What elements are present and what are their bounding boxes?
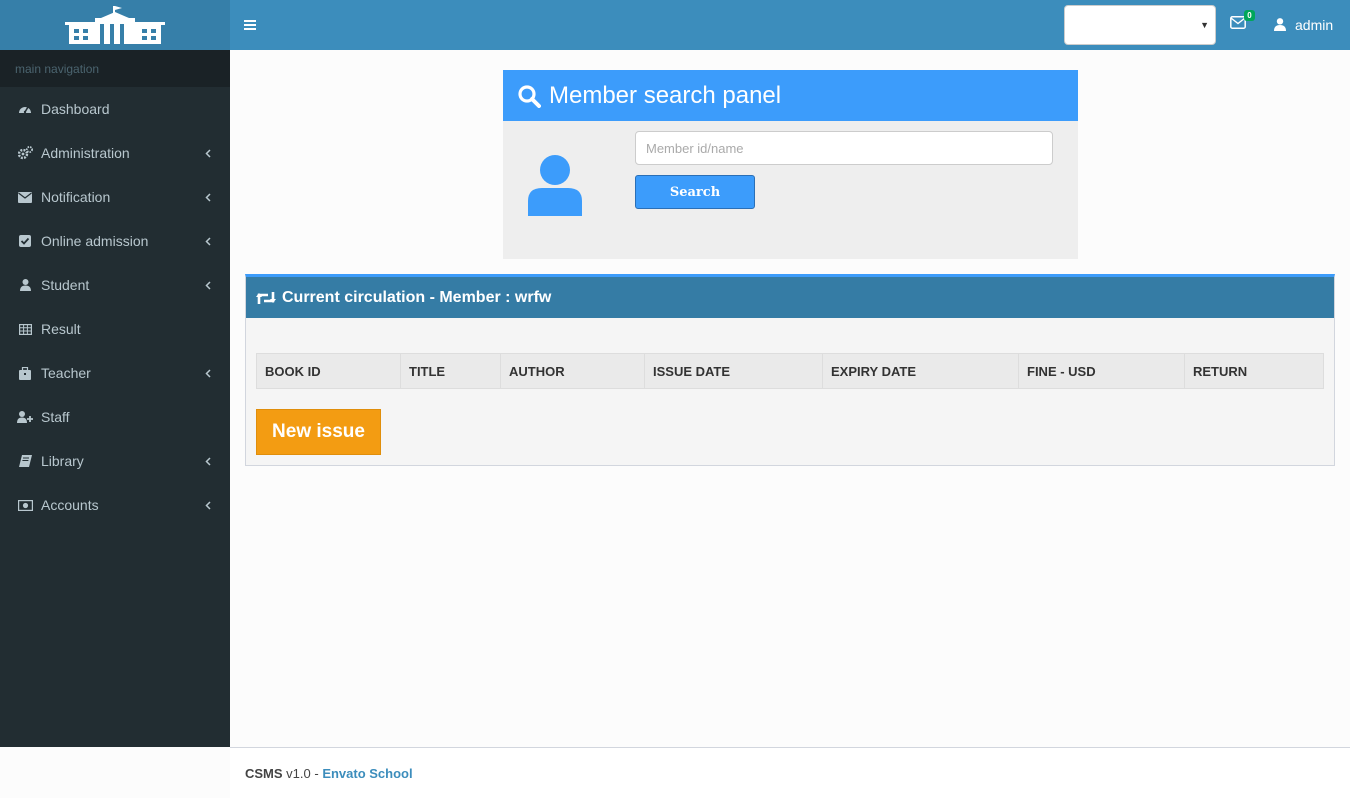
column-header[interactable]: AUTHOR <box>500 353 645 389</box>
sidebar-item-label: Administration <box>41 145 130 161</box>
mail-count-badge: 0 <box>1244 10 1255 21</box>
circulation-header: Current circulation - Member : wrfw <box>246 277 1334 318</box>
column-header[interactable]: FINE - USD <box>1018 353 1185 389</box>
school-logo[interactable] <box>0 0 230 50</box>
sidebar-item-accounts[interactable]: Accounts <box>0 483 230 527</box>
user-icon <box>17 277 33 293</box>
sidebar-item-label: Accounts <box>41 497 99 513</box>
sidebar-item-library[interactable]: Library <box>0 439 230 483</box>
chevron-left-icon <box>203 192 213 202</box>
sidebar-item-label: Result <box>41 321 81 337</box>
sidebar-item-staff[interactable]: Staff <box>0 395 230 439</box>
column-header[interactable]: TITLE <box>400 353 501 389</box>
column-header[interactable]: ISSUE DATE <box>644 353 823 389</box>
sidebar: main navigation Dashboard Administration… <box>0 0 230 747</box>
chevron-left-icon <box>203 456 213 466</box>
member-search-input[interactable] <box>635 131 1053 165</box>
retweet-icon <box>256 290 276 306</box>
briefcase-icon <box>17 365 33 381</box>
chevron-left-icon <box>203 148 213 158</box>
chevron-left-icon <box>203 280 213 290</box>
money-icon <box>17 497 33 513</box>
navbar-select[interactable]: ▼ <box>1064 5 1216 45</box>
envelope-icon <box>17 189 33 205</box>
column-header[interactable]: BOOK ID <box>256 353 401 389</box>
circulation-box: Current circulation - Member : wrfw BOOK… <box>245 274 1335 466</box>
sidebar-item-label: Dashboard <box>41 101 110 117</box>
user-plus-icon <box>17 409 33 425</box>
sidebar-item-label: Notification <box>41 189 111 205</box>
sidebar-item-label: Teacher <box>41 365 91 381</box>
sidebar-item-result[interactable]: Result <box>0 307 230 351</box>
footer-link[interactable]: Envato School <box>322 766 412 781</box>
footer-app-name: CSMS <box>245 765 283 781</box>
footer-version: v1.0 - <box>282 765 323 781</box>
sidebar-item-administration[interactable]: Administration <box>0 131 230 175</box>
sidebar-item-teacher[interactable]: Teacher <box>0 351 230 395</box>
sidebar-item-online-admission[interactable]: Online admission <box>0 219 230 263</box>
footer: CSMS v1.0 - Envato School <box>230 747 1350 798</box>
sidebar-item-student[interactable]: Student <box>0 263 230 307</box>
user-icon <box>1274 18 1286 32</box>
column-header[interactable]: RETURN <box>1184 353 1324 389</box>
search-panel-title: Member search panel <box>549 81 782 109</box>
sidebar-item-notification[interactable]: Notification <box>0 175 230 219</box>
sidebar-item-label: Student <box>41 277 90 293</box>
username: admin <box>1295 17 1334 33</box>
chevron-left-icon <box>203 236 213 246</box>
sidebar-item-dashboard[interactable]: Dashboard <box>0 87 230 131</box>
search-button[interactable]: Search <box>635 175 755 209</box>
member-search-panel: Member search panel Search <box>503 70 1078 259</box>
member-avatar-icon <box>526 154 584 216</box>
check-square-icon <box>17 233 33 249</box>
sidebar-item-label: Staff <box>41 409 70 425</box>
book-icon <box>17 453 33 469</box>
cogs-icon <box>17 145 33 161</box>
dashboard-icon <box>17 101 33 117</box>
search-panel-header: Member search panel <box>503 70 1078 121</box>
caret-down-icon: ▼ <box>1200 20 1209 30</box>
search-icon <box>517 84 541 108</box>
top-navbar: ▼ 0 admin <box>230 0 1350 50</box>
user-menu[interactable]: admin <box>1274 0 1333 50</box>
sidebar-item-label: Library <box>41 453 84 469</box>
chevron-left-icon <box>203 368 213 378</box>
new-issue-button[interactable]: New issue <box>256 409 381 455</box>
school-building-icon <box>65 6 165 44</box>
table-icon <box>17 321 33 337</box>
sidebar-item-label: Online admission <box>41 233 149 249</box>
sidebar-toggle-icon[interactable] <box>244 17 258 33</box>
sidebar-menu: Dashboard Administration Notification On… <box>0 87 230 527</box>
column-header[interactable]: EXPIRY DATE <box>822 353 1019 389</box>
circulation-table: BOOK ID TITLE AUTHOR ISSUE DATE EXPIRY D… <box>256 353 1324 389</box>
chevron-left-icon <box>203 500 213 510</box>
circulation-title: Current circulation - Member : wrfw <box>282 288 552 306</box>
sidebar-header: main navigation <box>0 50 230 87</box>
table-header-row: BOOK ID TITLE AUTHOR ISSUE DATE EXPIRY D… <box>256 353 1324 389</box>
